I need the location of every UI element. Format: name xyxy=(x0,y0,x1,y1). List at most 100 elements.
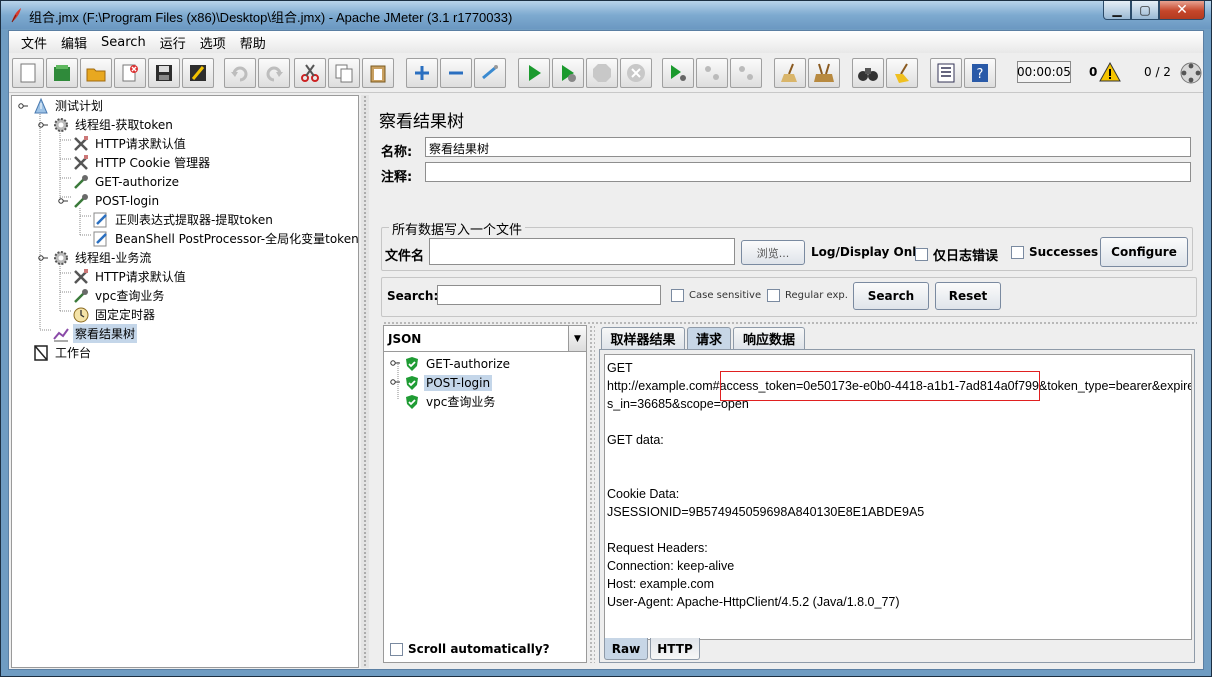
tab-sampler-result[interactable]: 取样器结果 xyxy=(601,327,685,349)
tree-node-thread-group-business[interactable]: 线程组-业务流 xyxy=(38,248,153,267)
copy-button[interactable] xyxy=(328,58,360,88)
checkbox-box[interactable] xyxy=(767,289,780,302)
start-button[interactable] xyxy=(518,58,550,88)
templates-button[interactable] xyxy=(46,58,78,88)
expand-all-button[interactable] xyxy=(406,58,438,88)
result-node-vpc-query[interactable]: vpc查询业务 xyxy=(404,392,497,411)
tree-node-workbench[interactable]: 工作台 xyxy=(32,343,93,362)
browse-button[interactable]: 浏览... xyxy=(741,240,805,265)
checkbox-box[interactable] xyxy=(915,248,928,261)
sample-results-tree: JSON ▼ GET-authorize POST-login vpc查询业务 … xyxy=(383,325,587,663)
scroll-auto-checkbox[interactable]: Scroll automatically? xyxy=(390,642,550,656)
paste-button[interactable] xyxy=(362,58,394,88)
minimize-button[interactable]: ▁ xyxy=(1103,1,1131,20)
chevron-down-icon[interactable]: ▼ xyxy=(568,326,586,351)
tree-connector-lines xyxy=(39,112,92,331)
title-bar[interactable]: 组合.jmx (F:\Program Files (x86)\Desktop\组… xyxy=(1,1,1211,29)
new-button[interactable] xyxy=(12,58,44,88)
errors-only-checkbox[interactable]: 仅日志错误 xyxy=(915,245,998,264)
test-plan-tree: 测试计划 线程组-获取token HTTP请求默认值 HTTP Cookie 管… xyxy=(11,95,359,668)
successes-checkbox[interactable]: Successes xyxy=(1011,245,1098,259)
splitter-grip[interactable] xyxy=(363,95,367,668)
request-line xyxy=(607,521,1189,539)
tree-node-view-results-tree[interactable]: 察看结果树 xyxy=(52,324,138,343)
tab-response-data[interactable]: 响应数据 xyxy=(733,327,805,349)
tree-node-regex-extractor[interactable]: 正则表达式提取器-提取token xyxy=(92,210,275,229)
remote-start-all-button[interactable] xyxy=(662,58,694,88)
menu-file[interactable]: 文件 xyxy=(14,33,54,52)
result-node-get-authorize[interactable]: GET-authorize xyxy=(390,354,512,373)
menu-options[interactable]: 选项 xyxy=(193,33,233,52)
checkbox-box[interactable] xyxy=(1011,245,1024,259)
expand-toggle-icon[interactable] xyxy=(38,253,48,263)
clear-button[interactable] xyxy=(774,58,806,88)
filename-input[interactable] xyxy=(429,238,735,265)
menu-search[interactable]: Search xyxy=(94,35,153,50)
results-vertical-divider[interactable] xyxy=(589,325,595,663)
menu-run[interactable]: 运行 xyxy=(153,33,193,52)
expand-toggle-icon[interactable] xyxy=(58,196,68,206)
tools-icon xyxy=(74,154,88,170)
tab-request[interactable]: 请求 xyxy=(687,327,731,349)
tree-node-thread-group-token[interactable]: 线程组-获取token xyxy=(38,115,175,134)
toggle-button[interactable] xyxy=(474,58,506,88)
result-node-post-login[interactable]: POST-login xyxy=(390,373,493,392)
shutdown-button[interactable] xyxy=(620,58,652,88)
open-button[interactable] xyxy=(80,58,112,88)
tree-node-vpc-query[interactable]: vpc查询业务 xyxy=(72,286,166,305)
collapse-all-button[interactable] xyxy=(440,58,472,88)
search-tree-button[interactable] xyxy=(852,58,884,88)
menu-edit[interactable]: 编辑 xyxy=(54,33,94,52)
tree-node-http-defaults-2[interactable]: HTTP请求默认值 xyxy=(72,267,188,286)
remote-status-icon xyxy=(1180,62,1202,84)
expand-toggle-icon[interactable] xyxy=(390,357,400,371)
tree-node-post-login[interactable]: POST-login xyxy=(58,191,161,210)
reset-button[interactable]: Reset xyxy=(935,282,1001,310)
search-input[interactable] xyxy=(437,285,661,305)
tab-http[interactable]: HTTP xyxy=(650,638,700,660)
reset-search-button[interactable] xyxy=(886,58,918,88)
help-button[interactable]: ? xyxy=(964,58,996,88)
name-field[interactable]: 察看结果树 xyxy=(425,137,1191,157)
tree-node-test-plan[interactable]: 测试计划 xyxy=(18,96,105,115)
search-button[interactable]: Search xyxy=(853,282,929,310)
undo-button[interactable] xyxy=(224,58,256,88)
regular-exp-checkbox[interactable]: Regular exp. xyxy=(767,289,848,302)
expand-toggle-icon[interactable] xyxy=(38,120,48,130)
save-screenshot-button[interactable] xyxy=(182,58,214,88)
request-text-area[interactable]: GET http://example.com#access_token=0e50… xyxy=(604,354,1192,640)
remote-shutdown-all-button[interactable] xyxy=(730,58,762,88)
stop-button[interactable] xyxy=(586,58,618,88)
close-file-button[interactable] xyxy=(114,58,146,88)
tree-node-constant-timer[interactable]: 固定定时器 xyxy=(72,305,157,324)
maximize-button[interactable]: ▢ xyxy=(1131,1,1159,20)
case-sensitive-checkbox[interactable]: Case sensitive xyxy=(671,289,761,302)
close-button[interactable]: ✕ xyxy=(1159,1,1205,20)
function-helper-button[interactable] xyxy=(930,58,962,88)
clear-all-button[interactable] xyxy=(808,58,840,88)
tree-node-get-authorize[interactable]: GET-authorize xyxy=(72,172,181,191)
tools-icon xyxy=(74,135,88,151)
start-no-pauses-button[interactable] xyxy=(552,58,584,88)
checkbox-box[interactable] xyxy=(671,289,684,302)
tree-node-cookie-manager[interactable]: HTTP Cookie 管理器 xyxy=(72,153,212,172)
expand-toggle-icon[interactable] xyxy=(390,376,400,390)
menu-help[interactable]: 帮助 xyxy=(233,33,273,52)
main-splitter[interactable] xyxy=(361,95,369,668)
renderer-dropdown[interactable]: JSON ▼ xyxy=(384,326,586,352)
clear-all-broom-icon xyxy=(814,63,834,82)
comment-field[interactable] xyxy=(425,162,1191,182)
checkbox-box[interactable] xyxy=(390,642,403,656)
configure-button[interactable]: Configure xyxy=(1100,237,1188,267)
tree-node-http-defaults-1[interactable]: HTTP请求默认值 xyxy=(72,134,188,153)
tree-node-label: HTTP Cookie 管理器 xyxy=(95,156,211,170)
tab-raw[interactable]: Raw xyxy=(604,638,648,660)
expand-toggle-icon[interactable] xyxy=(18,101,28,111)
warning-icon[interactable] xyxy=(1099,61,1121,83)
redo-button[interactable] xyxy=(258,58,290,88)
cut-button[interactable] xyxy=(294,58,326,88)
tree-node-beanshell[interactable]: BeanShell PostProcessor-全局化变量token xyxy=(92,229,361,248)
binoculars-icon xyxy=(858,68,878,81)
remote-stop-all-button[interactable] xyxy=(696,58,728,88)
save-button[interactable] xyxy=(148,58,180,88)
